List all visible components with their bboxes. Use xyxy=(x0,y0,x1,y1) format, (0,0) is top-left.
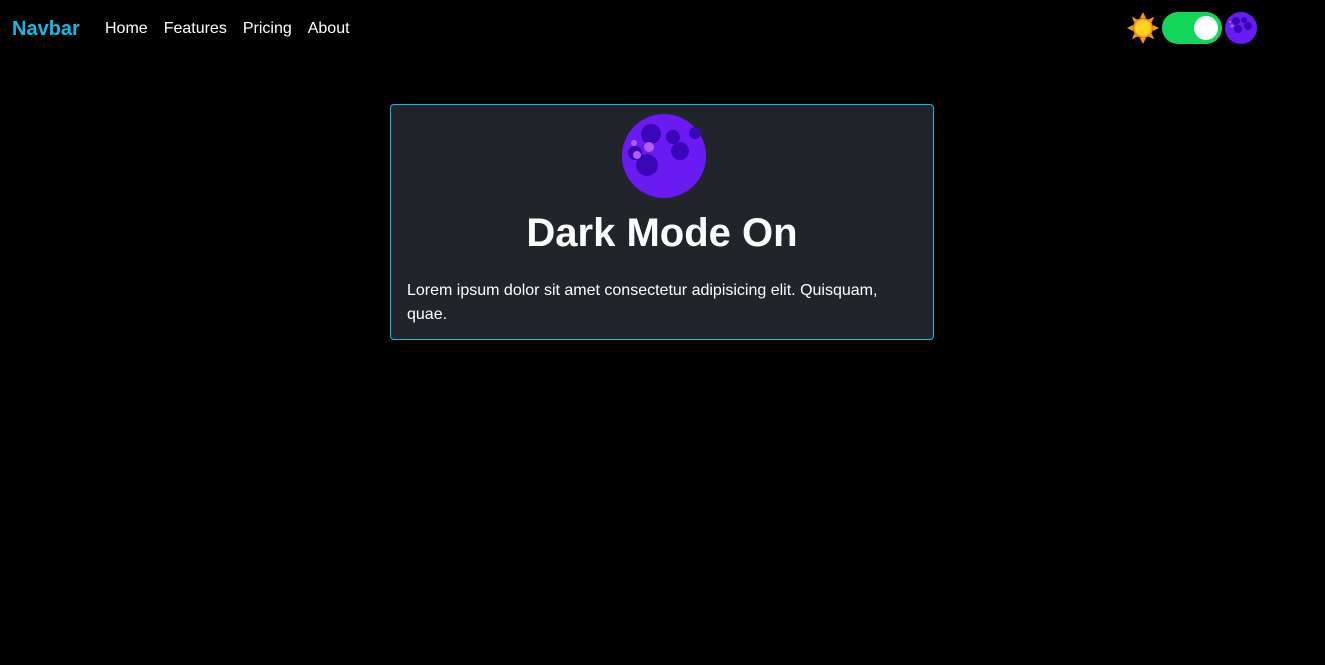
moon-icon xyxy=(622,114,706,198)
navbar-brand[interactable]: Navbar xyxy=(12,16,80,42)
navbar: Navbar Home Features Pricing About xyxy=(0,0,1325,57)
card-text: Lorem ipsum dolor sit amet consectetur a… xyxy=(407,282,878,323)
theme-switch xyxy=(1126,10,1258,46)
toggle-knob xyxy=(1194,16,1218,40)
card-title: Dark Mode On xyxy=(526,211,798,255)
nav-link-about[interactable]: About xyxy=(300,16,358,42)
theme-toggle[interactable] xyxy=(1162,12,1222,44)
nav-link-features[interactable]: Features xyxy=(156,16,235,42)
nav-link-home[interactable]: Home xyxy=(97,16,156,42)
moon-icon xyxy=(1225,12,1257,44)
sun-icon xyxy=(1127,12,1159,44)
dark-mode-card: Dark Mode On Lorem ipsum dolor sit amet … xyxy=(390,104,934,340)
nav-links: Home Features Pricing About xyxy=(97,16,358,42)
nav-link-pricing[interactable]: Pricing xyxy=(235,16,300,42)
